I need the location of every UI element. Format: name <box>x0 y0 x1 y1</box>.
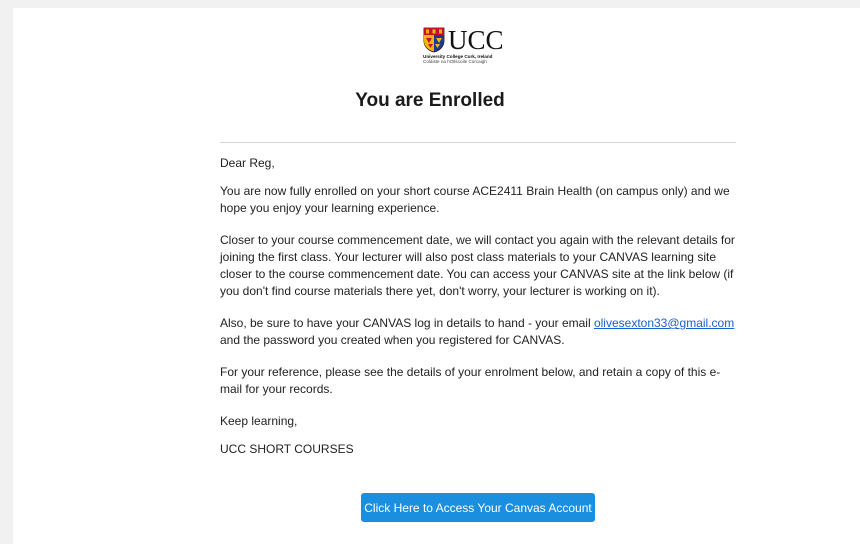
email-title: You are Enrolled <box>355 90 505 111</box>
email-body: Dear Reg, You are now fully enrolled on … <box>220 155 740 473</box>
email-address-link[interactable]: olivesexton33@gmail.com <box>594 316 734 330</box>
logo-wordmark: UCC <box>448 25 504 55</box>
canvas-login-text-after: and the password you created when you re… <box>220 333 565 347</box>
access-canvas-button[interactable]: Click Here to Access Your Canvas Account <box>361 493 595 522</box>
commencement-paragraph: Closer to your course commencement date,… <box>220 233 735 298</box>
signature: UCC SHORT COURSES <box>220 442 354 456</box>
title-divider <box>220 142 736 143</box>
reference-paragraph: For your reference, please see the detai… <box>220 365 721 396</box>
signoff: Keep learning, <box>220 414 298 428</box>
greeting: Dear Reg, <box>220 156 275 170</box>
logo-subtitle-irish: Coláiste na hOllscoile Corcaigh <box>423 59 487 64</box>
canvas-login-paragraph: Also, be sure to have your CANVAS log in… <box>220 315 740 349</box>
enrolment-paragraph: You are now fully enrolled on your short… <box>220 184 730 215</box>
ucc-logo: UCC University College Cork, Ireland Col… <box>423 25 504 65</box>
canvas-login-text-before: Also, be sure to have your CANVAS log in… <box>220 316 594 330</box>
logo-top-row: UCC <box>423 25 504 55</box>
ucc-crest-icon <box>423 27 445 53</box>
